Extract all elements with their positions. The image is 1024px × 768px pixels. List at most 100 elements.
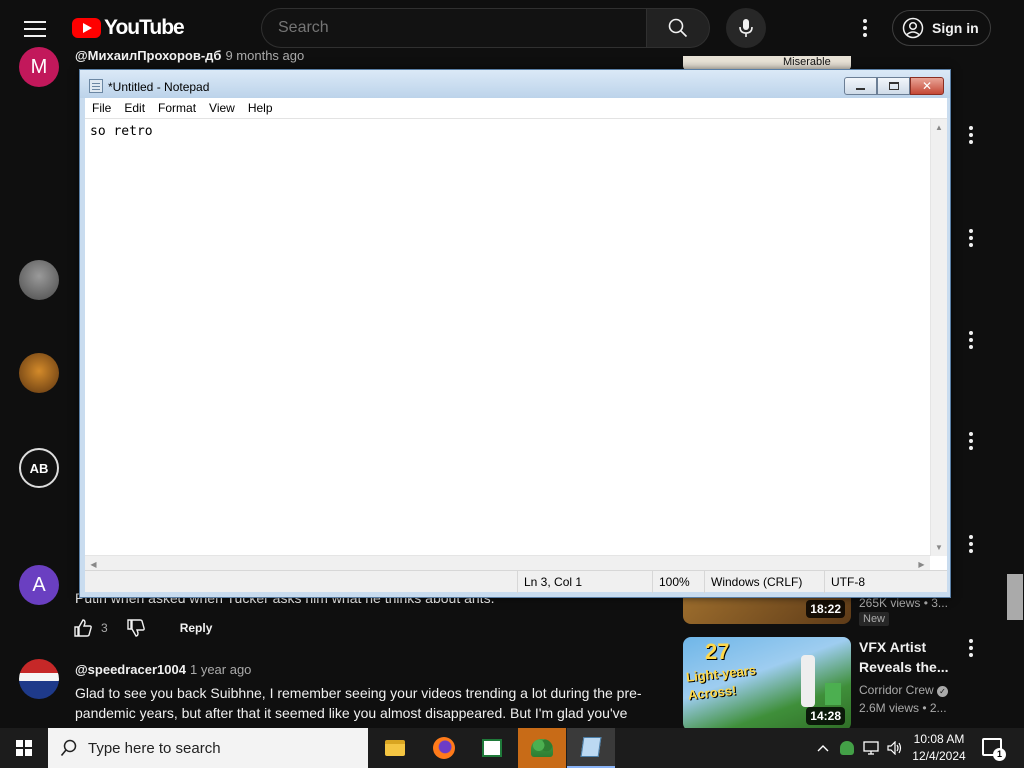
cursor-position: Ln 3, Col 1 <box>517 571 652 593</box>
video-thumbnail[interactable]: Miserable <box>683 56 851 70</box>
clock-date: 12/4/2024 <box>912 749 966 763</box>
network-icon <box>863 741 879 755</box>
sign-in-button[interactable]: Sign in <box>892 10 991 46</box>
minimize-icon <box>856 88 865 90</box>
sign-in-label: Sign in <box>932 20 979 36</box>
clock-time: 10:08 AM <box>913 732 965 746</box>
comment-actions: 3 Reply <box>73 618 212 638</box>
avatar[interactable] <box>19 353 59 393</box>
video-duration: 14:28 <box>806 707 845 725</box>
reply-button[interactable]: Reply <box>180 621 213 635</box>
volume-tray[interactable] <box>884 728 906 768</box>
text-editor-area[interactable]: so retro ▲ ▼ ◀ ▶ <box>85 118 947 572</box>
notepad-window: *Untitled - Notepad ✕ File Edit Format V… <box>79 69 951 598</box>
people-tray-icon <box>840 741 854 755</box>
like-icon[interactable] <box>73 618 93 638</box>
more-actions-icon[interactable] <box>961 429 981 453</box>
people-tray[interactable] <box>836 728 858 768</box>
window-controls: ✕ <box>844 77 944 95</box>
video-views: 2.6M views • 2... <box>859 701 947 715</box>
comment-header: @speedracer1004 1 year ago <box>75 662 251 677</box>
comment-age[interactable]: 9 months ago <box>225 48 304 63</box>
show-hidden-icons[interactable] <box>814 728 832 768</box>
menu-help[interactable]: Help <box>248 101 273 115</box>
folder-icon <box>385 740 405 756</box>
vertical-scrollbar[interactable]: ▲ ▼ <box>930 119 947 556</box>
more-actions-icon[interactable] <box>961 328 981 352</box>
file-explorer-button[interactable] <box>371 728 419 768</box>
avatar[interactable] <box>19 260 59 300</box>
avatar[interactable]: AB <box>19 448 59 488</box>
notepad-icon <box>89 79 103 93</box>
taskbar-search-placeholder: Type here to search <box>88 739 221 757</box>
like-count: 3 <box>101 621 108 635</box>
more-actions-icon[interactable] <box>961 123 981 147</box>
network-tray[interactable] <box>860 728 882 768</box>
search-icon <box>668 18 688 38</box>
desktop-screen: YouTube Sign in @МихаилПрохоров-дб 9 mont… <box>0 0 1024 768</box>
start-button[interactable] <box>0 728 48 768</box>
avatar[interactable]: M <box>19 47 59 87</box>
chevron-up-icon <box>817 745 829 752</box>
thumbnail-text: Light-years Across! <box>685 662 757 703</box>
page-scrollbar-thumb[interactable] <box>1007 574 1023 620</box>
close-button[interactable]: ✕ <box>910 77 944 95</box>
search-box[interactable] <box>261 8 646 48</box>
notepad-icon <box>580 737 602 757</box>
voice-search-button[interactable] <box>726 8 766 48</box>
avatar[interactable] <box>19 659 59 699</box>
notepad-taskbar-button[interactable] <box>567 728 615 768</box>
scroll-up-icon[interactable]: ▲ <box>931 119 947 136</box>
taskbar: Type here to search 10:08 AM 12/4/2024 1 <box>0 728 1024 768</box>
video-thumbnail[interactable]: 27 Light-years Across! 14:28 <box>683 637 851 731</box>
firefox-icon <box>433 737 455 759</box>
minimize-button[interactable] <box>844 77 877 95</box>
video-channel[interactable]: Corridor Crew ✓ <box>859 683 949 697</box>
more-actions-icon[interactable] <box>961 226 981 250</box>
system-clock[interactable]: 10:08 AM 12/4/2024 <box>906 731 972 765</box>
notepad-menubar: File Edit Format View Help <box>85 98 947 118</box>
menu-file[interactable]: File <box>92 101 111 115</box>
comment-age[interactable]: 1 year ago <box>190 662 251 677</box>
video-duration: 18:22 <box>806 600 845 618</box>
taskbar-search[interactable]: Type here to search <box>48 728 368 768</box>
thumbnail-person <box>801 655 815 707</box>
search-button[interactable] <box>646 8 710 48</box>
windows-logo-icon <box>16 740 32 756</box>
firefox-button[interactable] <box>420 728 468 768</box>
comment-text: Glad to see you back Suibhne, I remember… <box>75 685 642 721</box>
more-actions-icon[interactable] <box>961 636 981 660</box>
menu-icon[interactable] <box>24 18 46 38</box>
status-bar: Ln 3, Col 1 100% Windows (CRLF) UTF-8 <box>85 570 947 593</box>
search-icon <box>60 739 77 757</box>
youtube-logo[interactable]: YouTube <box>72 16 185 40</box>
maximize-button[interactable] <box>877 77 910 95</box>
video-title[interactable]: VFX Artist Reveals the... <box>859 637 949 677</box>
thumbnail-text: Miserable <box>783 56 831 68</box>
notification-count: 1 <box>993 748 1006 761</box>
avatar[interactable]: A <box>19 565 59 605</box>
comment-author[interactable]: @МихаилПрохоров-дб <box>75 48 221 63</box>
search-input[interactable] <box>278 19 646 37</box>
youtube-logo-text: YouTube <box>104 16 185 39</box>
notepad-titlebar[interactable]: *Untitled - Notepad ✕ <box>80 70 950 98</box>
spreadsheet-app-button[interactable] <box>468 728 516 768</box>
line-ending: Windows (CRLF) <box>704 571 824 593</box>
comment-header: @МихаилПрохоров-дб 9 months ago <box>75 48 304 63</box>
menu-edit[interactable]: Edit <box>124 101 145 115</box>
editor-content[interactable]: so retro <box>90 124 153 139</box>
menu-view[interactable]: View <box>209 101 235 115</box>
speaker-icon <box>887 741 902 755</box>
contacts-app-button[interactable] <box>518 728 566 768</box>
dislike-icon[interactable] <box>126 618 146 638</box>
scroll-down-icon[interactable]: ▼ <box>931 539 947 556</box>
settings-more-icon[interactable] <box>855 16 875 40</box>
zoom-level: 100% <box>652 571 704 593</box>
thumbnail-text: 27 <box>705 639 730 664</box>
new-badge: New <box>859 612 890 626</box>
spreadsheet-icon <box>482 739 502 757</box>
comment-author[interactable]: @speedracer1004 <box>75 662 186 677</box>
people-icon <box>531 739 553 757</box>
menu-format[interactable]: Format <box>158 101 196 115</box>
more-actions-icon[interactable] <box>961 532 981 556</box>
